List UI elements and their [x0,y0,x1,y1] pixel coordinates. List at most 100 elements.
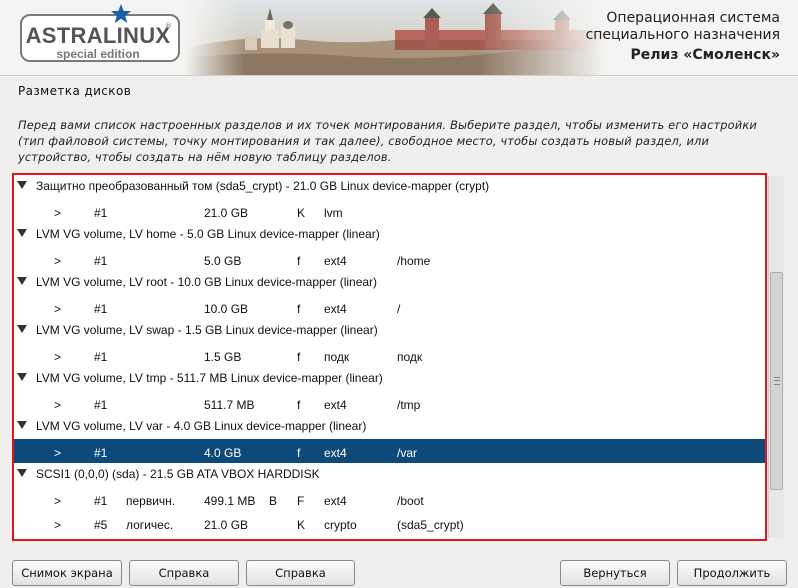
partition-size: 5.0 GB [204,254,242,268]
partition-row[interactable]: > #1 5.0 GB f ext4/home [14,247,765,271]
partition-mountpoint: /boot [397,494,424,508]
star-icon [110,3,132,23]
product-line2: специального назначения [585,27,780,43]
product-info: Операционная система специального назнач… [586,10,780,64]
expand-triangle-icon[interactable] [17,277,27,285]
partition-row[interactable]: > #5 логичес. 21.0 GB Kcrypto (sda5_crypt) [14,511,765,535]
device-row[interactable]: Защитно преобразованный том (sda5_crypt)… [14,175,765,199]
header-banner-image [185,0,605,75]
partition-filesystem: ext4 [324,446,347,460]
registered-mark: ® [165,22,172,30]
partition-number: #1 [94,254,108,268]
partition-filesystem: crypto [324,518,357,532]
partition-row[interactable]: > #1 первичн. 499.1 MB B Fext4/boot [14,487,765,511]
partition-mountpoint: (sda5_crypt) [397,518,464,532]
page-title: Разметка дисков [18,84,132,98]
expand-triangle-icon[interactable] [17,181,27,189]
device-row[interactable]: LVM VG volume, LV root - 10.0 GB Linux d… [14,271,765,295]
partition-flag-bootable: B [269,494,278,508]
row-arrow: > [54,206,62,220]
partition-number: #1 [94,302,108,316]
partition-flag-format: f [297,446,301,460]
instructions-text: Перед вами список настроенных разделов и… [18,118,757,164]
partition-filesystem: lvm [324,206,343,220]
device-row[interactable]: SCSI1 (0,0,0) (sda) - 21.5 GB ATA VBOX H… [14,463,765,487]
scrollbar-thumb[interactable] [770,272,783,490]
row-arrow: > [54,302,62,316]
partition-size: 21.0 GB [204,206,249,220]
expand-triangle-icon[interactable] [17,469,27,477]
logo-edition: special edition [56,47,140,61]
device-row[interactable]: LVM VG volume, LV tmp - 511.7 MB Linux d… [14,367,765,391]
partition-number: #1 [94,494,108,508]
partition-kind: логичес. [126,518,174,532]
installer-header: ASTRALINUX ® special edition Операционна… [0,0,798,76]
partition-row[interactable]: > #1 1.5 GB f подк подк [14,343,765,367]
row-arrow: > [54,446,62,460]
screenshot-button[interactable]: Снимок экрана [12,560,122,586]
device-label: LVM VG volume, LV var - 4.0 GB Linux dev… [36,419,367,433]
device-label: LVM VG volume, LV root - 10.0 GB Linux d… [36,275,378,289]
partition-mountpoint: / [397,302,401,316]
expand-triangle-icon[interactable] [17,325,27,333]
partition-flag-format: f [297,254,301,268]
partition-filesystem: ext4 [324,302,347,316]
device-row[interactable]: LVM VG volume, LV home - 5.0 GB Linux de… [14,223,765,247]
grip-icon [774,377,780,385]
expand-triangle-icon[interactable] [17,229,27,237]
row-arrow: > [54,494,62,508]
partition-size: 21.0 GB [204,518,249,532]
row-arrow: > [54,254,62,268]
partition-kind: первичн. [126,494,176,508]
partition-size: 511.7 MB [204,398,255,412]
product-line1: Операционная система [606,10,780,26]
back-button[interactable]: Вернуться [560,560,670,586]
partition-number: #5 [94,518,108,532]
partition-filesystem: подк [324,350,350,364]
help-button[interactable]: Справка [129,560,239,586]
partition-flag-format: f [297,350,301,364]
partition-mountpoint: /tmp [397,398,421,412]
partition-filesystem: ext4 [324,398,347,412]
partition-size: 4.0 GB [204,446,242,460]
release-name: Релиз «Смоленск» [630,47,780,63]
partition-size: 10.0 GB [204,302,249,316]
expand-triangle-icon[interactable] [17,373,27,381]
row-arrow: > [54,518,62,532]
partition-list[interactable]: Защитно преобразованный том (sda5_crypt)… [12,173,767,541]
partition-mountpoint: /var [397,446,418,460]
device-label: LVM VG volume, LV swap - 1.5 GB Linux de… [36,323,378,337]
row-arrow: > [54,398,62,412]
partition-mountpoint: /home [397,254,431,268]
astralinux-logo: ASTRALINUX ® special edition [20,3,180,62]
partition-row[interactable]: > #1 511.7 MB f ext4/tmp [14,391,765,415]
device-row[interactable]: LVM VG volume, LV var - 4.0 GB Linux dev… [14,415,765,439]
partition-flag-format: K [297,206,306,220]
partition-number: #1 [94,398,108,412]
device-label: LVM VG volume, LV tmp - 511.7 MB Linux d… [36,371,383,385]
partition-flag-format: f [297,302,301,316]
partition-flag-format: f [297,398,301,412]
partition-row[interactable]: > #1 21.0 GB Klvm [14,199,765,223]
device-label: Защитно преобразованный том (sda5_crypt)… [36,179,490,193]
help-button-2[interactable]: Справка [246,560,355,586]
vertical-scrollbar[interactable] [768,176,784,538]
partition-flag-format: F [297,494,305,508]
partition-size: 1.5 GB [204,350,242,364]
partition-rows: Защитно преобразованный том (sda5_crypt)… [14,175,765,535]
continue-button[interactable]: Продолжить [677,560,787,586]
device-row[interactable]: LVM VG volume, LV swap - 1.5 GB Linux de… [14,319,765,343]
logo-name: ASTRALINUX [25,23,171,48]
device-label: SCSI1 (0,0,0) (sda) - 21.5 GB ATA VBOX H… [36,467,320,481]
partition-flag-format: K [297,518,306,532]
expand-triangle-icon[interactable] [17,421,27,429]
partition-size: 499.1 MB [204,494,256,508]
partition-row[interactable]: > #1 10.0 GB f ext4 / [14,295,765,319]
partition-filesystem: ext4 [324,494,347,508]
partition-number: #1 [94,206,108,220]
partition-row[interactable]: > #1 4.0 GB f ext4/var [14,439,765,463]
partition-filesystem: ext4 [324,254,347,268]
partition-number: #1 [94,446,108,460]
partition-number: #1 [94,350,108,364]
device-label: LVM VG volume, LV home - 5.0 GB Linux de… [36,227,380,241]
